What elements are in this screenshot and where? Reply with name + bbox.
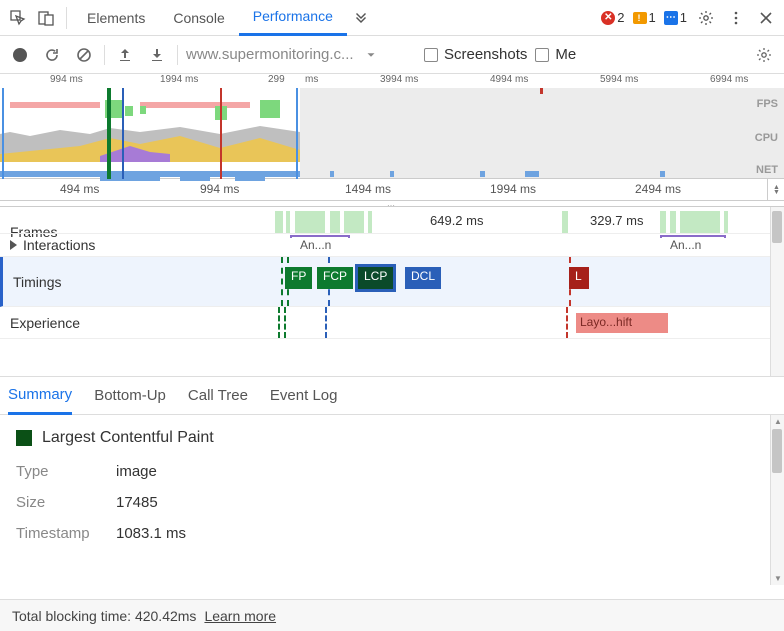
details-scrollbar[interactable]: ▲ ▼ <box>770 415 784 585</box>
marker-load[interactable]: L <box>569 267 589 289</box>
errors-badge[interactable]: ✕2 <box>598 10 627 25</box>
detail-val-timestamp: 1083.1 ms <box>116 525 186 542</box>
tracks-scrollbar[interactable] <box>770 207 784 376</box>
more-tabs-chevron-icon[interactable] <box>347 4 375 32</box>
tab-summary[interactable]: Summary <box>8 377 72 415</box>
marker-lcp[interactable]: LCP <box>358 267 393 289</box>
capture-settings-gear-icon[interactable] <box>752 43 776 67</box>
memory-checkbox[interactable]: Me <box>535 46 576 63</box>
track-experience[interactable]: Experience Layo...hift <box>0 307 784 339</box>
overview-selection[interactable] <box>2 88 298 179</box>
ruler-tick: 994 ms <box>200 182 239 196</box>
ruler-scroll-grip[interactable]: ▲▼ <box>767 179 784 201</box>
memory-label: Me <box>555 46 576 63</box>
tab-console[interactable]: Console <box>159 0 238 36</box>
performance-toolbar: www.supermonitoring.c... Screenshots Me <box>0 36 784 74</box>
inspect-element-icon[interactable] <box>4 4 32 32</box>
ov-tick: 5994 ms <box>600 74 638 85</box>
info-badge[interactable]: ⋯1 <box>661 10 690 25</box>
devtools-main-tabs: Elements Console Performance ✕2 1 ⋯1 <box>0 0 784 36</box>
ruler-tick: 2494 ms <box>635 182 681 196</box>
ruler-tick: 1994 ms <box>490 182 536 196</box>
warnings-badge[interactable]: 1 <box>630 10 659 25</box>
tab-performance[interactable]: Performance <box>239 0 347 36</box>
tab-eventlog[interactable]: Event Log <box>270 377 338 415</box>
timeline-ruler[interactable]: 494 ms 994 ms 1494 ms 1994 ms 2494 ms ▲▼ <box>0 179 784 201</box>
detail-val-type: image <box>116 463 157 480</box>
marker-fcp[interactable]: FCP <box>317 267 353 289</box>
clear-button[interactable] <box>72 43 96 67</box>
profile-url-select[interactable]: www.supermonitoring.c... <box>186 46 416 63</box>
device-toggle-icon[interactable] <box>32 4 60 32</box>
screenshots-label: Screenshots <box>444 46 527 63</box>
marker-dcl[interactable]: DCL <box>405 267 441 289</box>
marker-fp[interactable]: FP <box>285 267 312 289</box>
lcp-color-swatch <box>16 430 32 446</box>
reload-button[interactable] <box>40 43 64 67</box>
info-count: 1 <box>680 10 687 25</box>
warnings-count: 1 <box>649 10 656 25</box>
learn-more-link[interactable]: Learn more <box>204 608 276 624</box>
ov-tick: ms <box>305 74 318 85</box>
profile-url-text: www.supermonitoring.c... <box>186 46 354 63</box>
kebab-menu-icon[interactable] <box>722 4 750 32</box>
ov-tick: 1994 ms <box>160 74 198 85</box>
settings-gear-icon[interactable] <box>692 4 720 32</box>
detail-title: Largest Contentful Paint <box>16 429 774 447</box>
detail-val-size: 17485 <box>116 494 158 511</box>
ov-tick: 299 <box>268 74 285 85</box>
download-profile-icon[interactable] <box>145 43 169 67</box>
tab-calltree[interactable]: Call Tree <box>188 377 248 415</box>
frame-time-2: 329.7 ms <box>590 213 643 228</box>
interactions-label: Interactions <box>10 237 95 253</box>
flamechart-tracks: Frames 649.2 ms 329.7 ms An...n An...n I… <box>0 207 784 377</box>
fps-label: FPS <box>757 98 778 110</box>
blocking-time-text: Total blocking time: 420.42ms <box>12 608 196 624</box>
close-icon[interactable] <box>752 4 780 32</box>
detail-key-type: Type <box>16 463 102 480</box>
tab-elements[interactable]: Elements <box>73 0 159 36</box>
upload-profile-icon[interactable] <box>113 43 137 67</box>
ov-tick: 3994 ms <box>380 74 418 85</box>
track-interactions[interactable]: Interactions <box>0 233 784 257</box>
detail-key-timestamp: Timestamp <box>16 525 102 542</box>
overview-ruler: 994 ms 1994 ms 299 ms 3994 ms 4994 ms 59… <box>0 74 784 88</box>
ruler-tick: 494 ms <box>60 182 99 196</box>
disclosure-icon[interactable] <box>10 240 17 250</box>
detail-key-size: Size <box>16 494 102 511</box>
overview-minimap[interactable]: 994 ms 1994 ms 299 ms 3994 ms 4994 ms 59… <box>0 74 784 179</box>
layout-shift-bar[interactable]: Layo...hift <box>576 313 668 333</box>
ruler-tick: 1494 ms <box>345 182 391 196</box>
tab-bottomup[interactable]: Bottom-Up <box>94 377 166 415</box>
track-timings[interactable]: Timings FP FCP LCP DCL L <box>0 257 784 307</box>
footer-status: Total blocking time: 420.42ms Learn more <box>0 599 784 631</box>
details-tabs: Summary Bottom-Up Call Tree Event Log <box>0 377 784 415</box>
summary-details: Largest Contentful Paint Type image Size 1… <box>0 415 784 585</box>
ov-tick: 6994 ms <box>710 74 748 85</box>
ov-tick: 994 ms <box>50 74 83 85</box>
record-button[interactable] <box>8 43 32 67</box>
screenshots-checkbox[interactable]: Screenshots <box>424 46 527 63</box>
ov-tick: 4994 ms <box>490 74 528 85</box>
frame-time-1: 649.2 ms <box>430 213 483 228</box>
errors-count: 2 <box>617 10 624 25</box>
